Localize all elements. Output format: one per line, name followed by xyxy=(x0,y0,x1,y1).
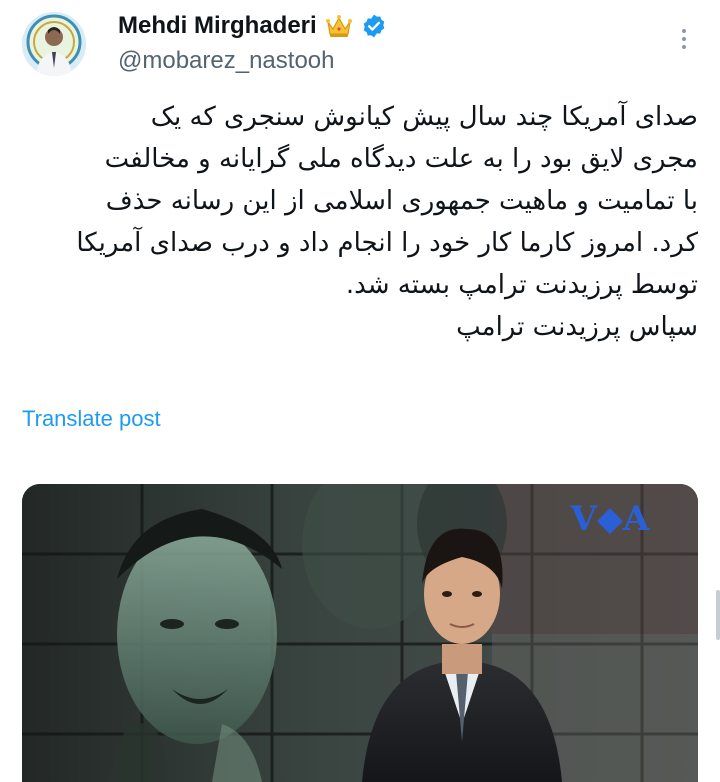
author-handle[interactable]: @mobarez_nastooh xyxy=(118,47,335,75)
post-text: صدای آمریکا چند سال پیش کیانوش سنجری که … xyxy=(22,96,698,348)
avatar[interactable] xyxy=(22,12,86,76)
post-text-line: توسط پرزیدنت ترامپ بسته شد. xyxy=(345,270,698,300)
post-text-line: سپاس پرزیدنت ترامپ xyxy=(456,312,698,342)
voa-logo: V◆A xyxy=(570,499,651,539)
scrollbar[interactable] xyxy=(716,590,720,640)
more-options-icon[interactable] xyxy=(670,22,698,56)
post-text-line: صدای آمریکا چند سال پیش کیانوش سنجری که … xyxy=(150,102,698,132)
post: Mehdi Mirghaderi @mobarez_nastooh صدای آ… xyxy=(0,0,720,782)
translate-post-link[interactable]: Translate post xyxy=(22,404,161,434)
crown-icon xyxy=(325,14,353,38)
post-media-image[interactable]: V◆A xyxy=(22,484,698,782)
author-name-row[interactable]: Mehdi Mirghaderi xyxy=(118,12,387,40)
post-text-line: با تمامیت و ماهیت جمهوری اسلامی از این ر… xyxy=(105,186,698,216)
avatar-image xyxy=(22,12,86,76)
post-text-line: مجری لایق بود را به علت دیدگاه ملی گرایا… xyxy=(104,144,698,174)
post-text-line: کرد. امروز کارما کار خود را انجام داد و … xyxy=(76,228,698,258)
verified-icon xyxy=(361,13,387,39)
author-display-name[interactable]: Mehdi Mirghaderi xyxy=(118,12,317,40)
